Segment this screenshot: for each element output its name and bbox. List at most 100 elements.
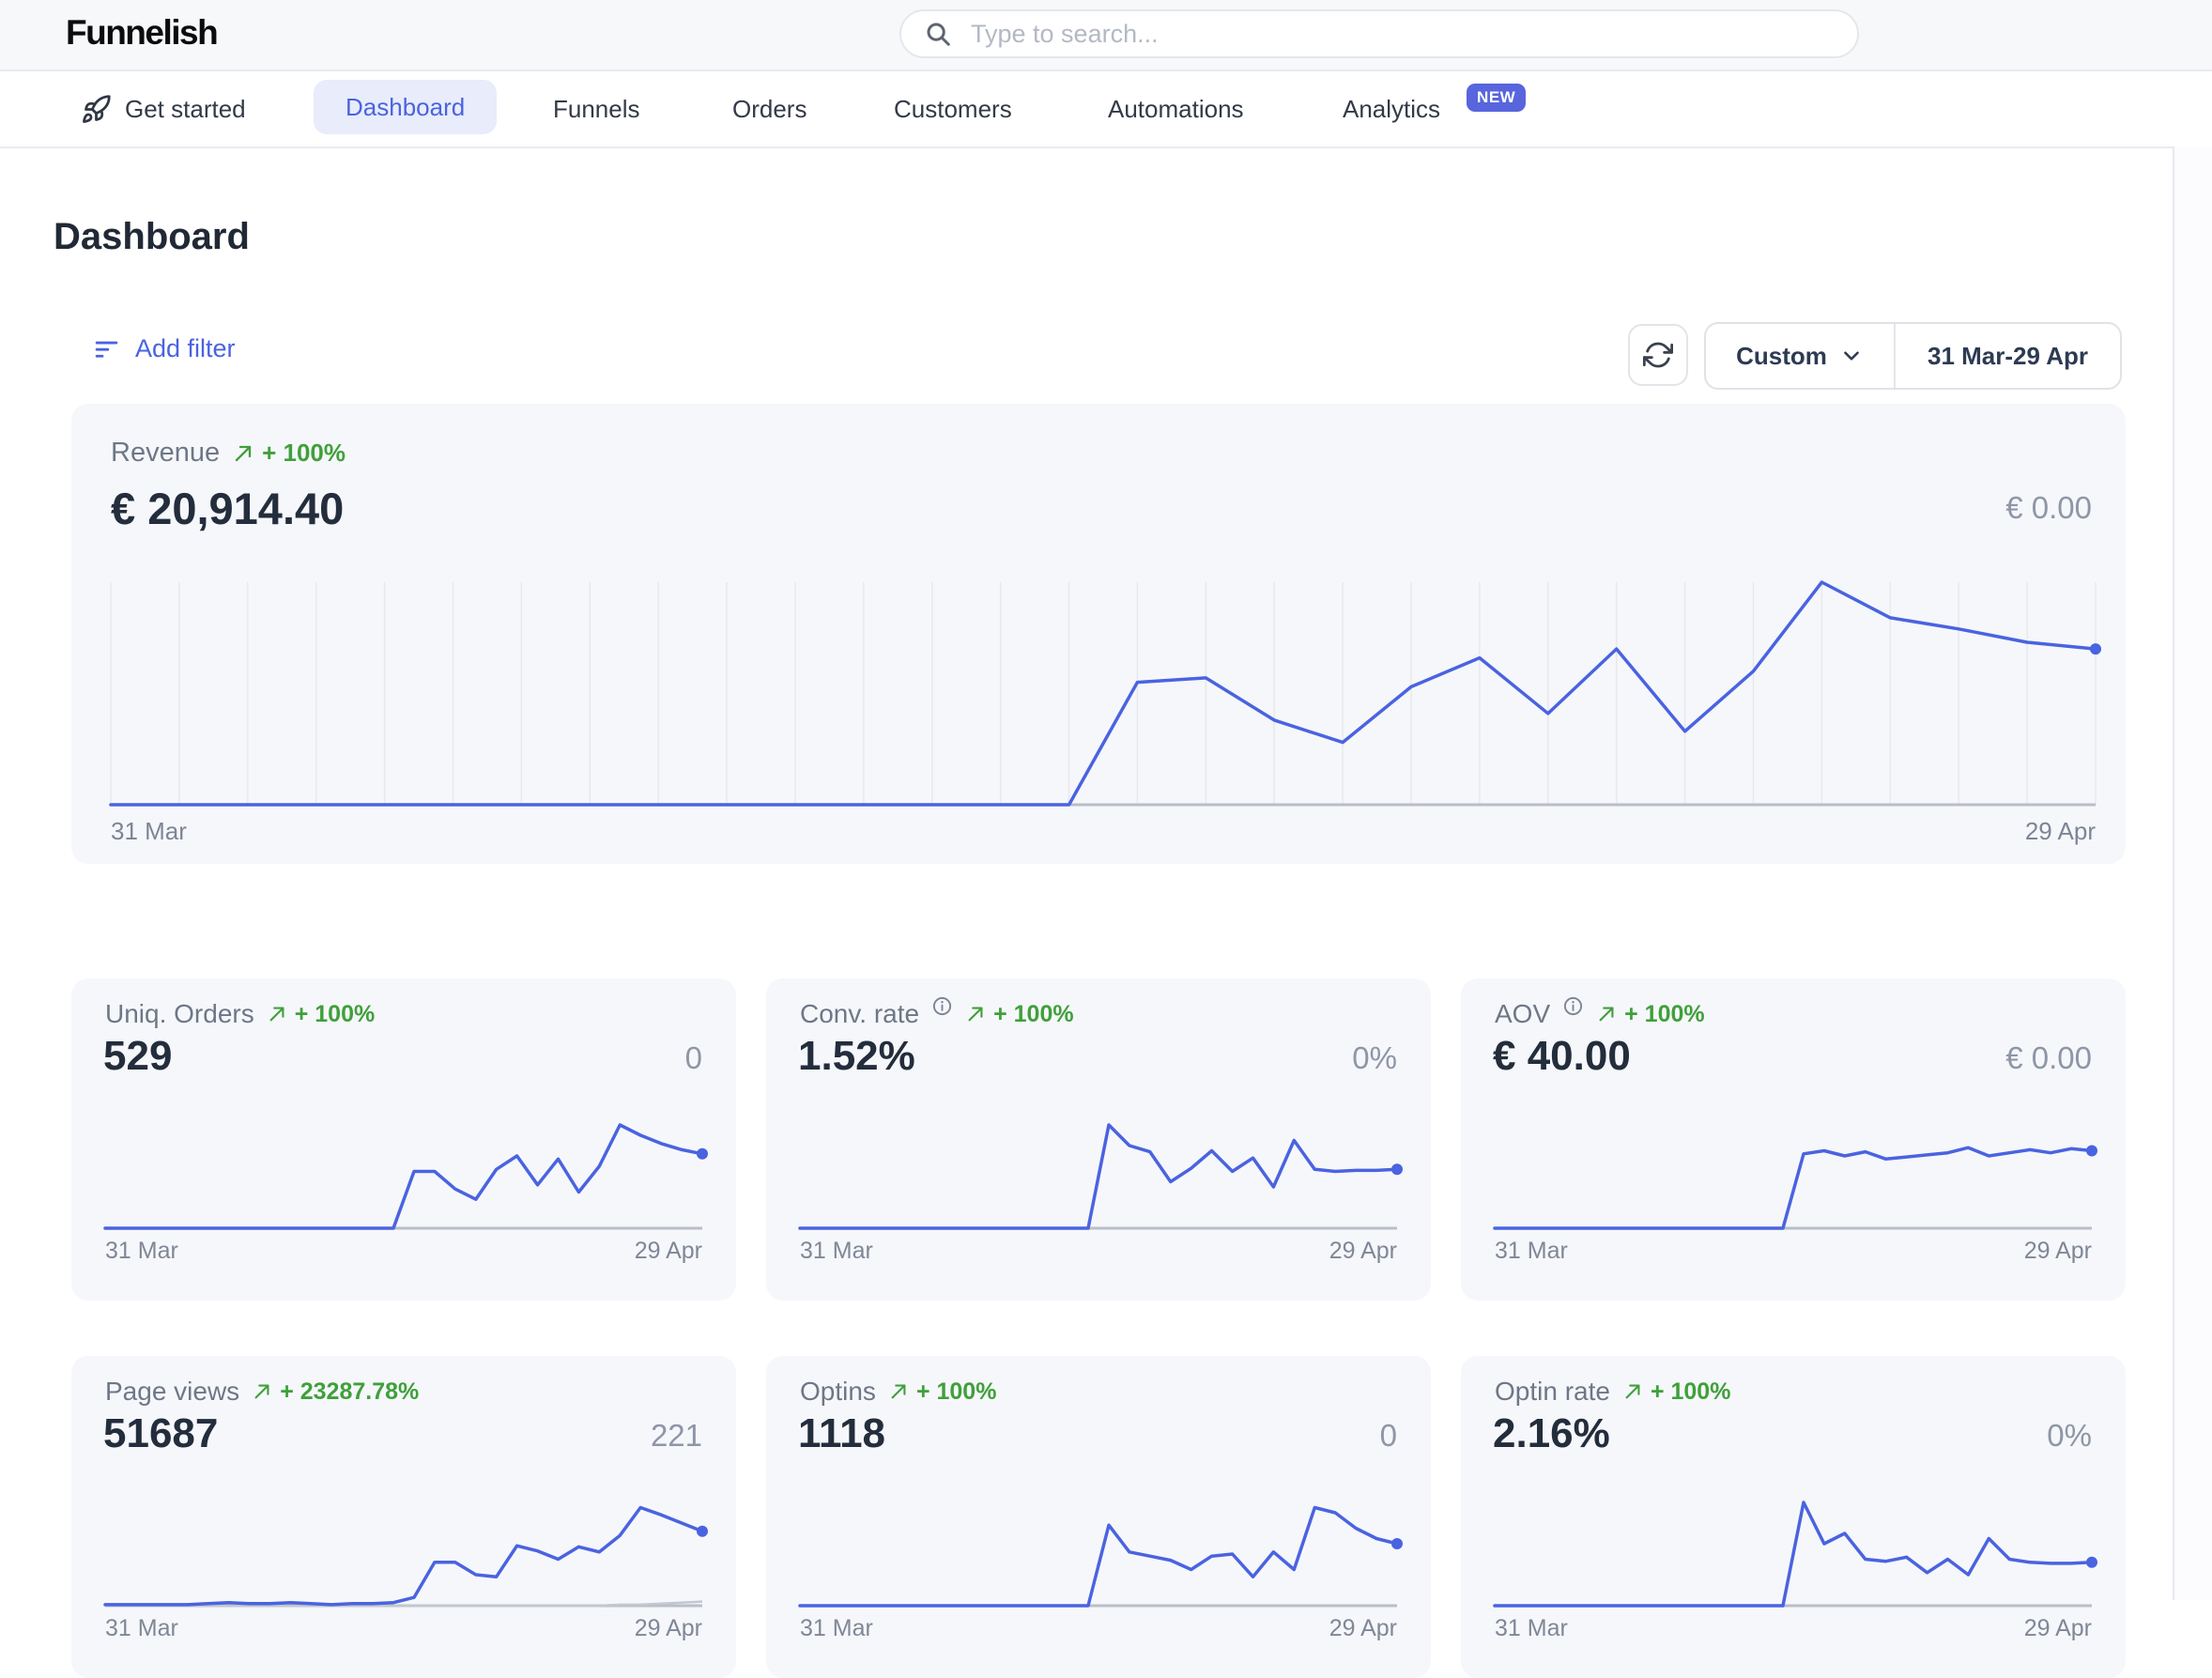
axis-label-start: 31 Mar bbox=[800, 1615, 873, 1642]
card-value: € 40.00 bbox=[1493, 1033, 1631, 1080]
trend-up-icon bbox=[1622, 1381, 1643, 1402]
change-value: + 100% bbox=[1651, 1378, 1731, 1406]
card-label: Revenue bbox=[111, 438, 220, 469]
optins-chart bbox=[800, 1492, 1397, 1612]
nav-label: Get started bbox=[125, 95, 246, 124]
axis-label-start: 31 Mar bbox=[800, 1238, 873, 1265]
nav-item-analytics[interactable]: Analytics NEW bbox=[1343, 71, 1526, 146]
trend-up-icon bbox=[267, 1004, 287, 1024]
funnelish-dashboard: { "brand": {"logo": "Funnelish"}, "searc… bbox=[0, 0, 2212, 1600]
axis-label-end: 29 Apr bbox=[1329, 1238, 1397, 1265]
nav-item-automations[interactable]: Automations bbox=[1108, 71, 1244, 146]
filter-icon bbox=[92, 334, 121, 363]
period-label: Custom bbox=[1736, 342, 1827, 371]
date-range-button[interactable]: 31 Mar-29 Apr bbox=[1896, 324, 2120, 388]
change-badge: + 23287.78% bbox=[252, 1378, 419, 1406]
nav-item-funnels[interactable]: Funnels bbox=[553, 71, 640, 146]
nav-item-customers[interactable]: Customers bbox=[894, 71, 1012, 146]
card-secondary-value: 0% bbox=[2047, 1418, 2092, 1454]
nav-label: Funnels bbox=[553, 95, 640, 124]
new-badge: NEW bbox=[1467, 84, 1526, 112]
card-label: Optin rate bbox=[1495, 1377, 1610, 1407]
nav-label: Automations bbox=[1108, 95, 1244, 124]
change-badge: + 100% bbox=[267, 1001, 376, 1028]
card-secondary-value: € 0.00 bbox=[2005, 490, 2092, 526]
rocket-icon bbox=[81, 94, 112, 125]
revenue-chart bbox=[111, 582, 2096, 811]
card-label: Optins bbox=[800, 1377, 876, 1407]
conv-rate-card: Conv. rate + 100% 1.52% 0% 31 Mar 29 Apr bbox=[766, 978, 1431, 1301]
nav-label: Customers bbox=[894, 95, 1012, 124]
date-range-control: Custom 31 Mar-29 Apr bbox=[1704, 322, 2122, 390]
optin-rate-card: Optin rate + 100% 2.16% 0% 31 Mar 29 Apr bbox=[1461, 1356, 2126, 1678]
axis-label-end: 29 Apr bbox=[2024, 1238, 2092, 1265]
chevron-down-icon bbox=[1839, 344, 1864, 368]
change-value: + 100% bbox=[1624, 1001, 1705, 1028]
trend-up-icon bbox=[232, 442, 254, 465]
card-label: AOV bbox=[1495, 999, 1550, 1029]
uniq-orders-card: Uniq. Orders + 100% 529 0 31 Mar 29 Apr bbox=[71, 978, 736, 1301]
axis-label-start: 31 Mar bbox=[1495, 1238, 1568, 1265]
optin-rate-chart bbox=[1495, 1492, 2092, 1612]
axis-label-end: 29 Apr bbox=[2025, 817, 2096, 846]
page-title: Dashboard bbox=[54, 216, 250, 258]
page-views-chart bbox=[105, 1492, 702, 1612]
nav-label: Dashboard bbox=[346, 93, 465, 122]
axis-label-start: 31 Mar bbox=[105, 1238, 178, 1265]
trend-up-icon bbox=[888, 1381, 909, 1402]
card-value: 51687 bbox=[103, 1410, 218, 1457]
card-secondary-value: 0 bbox=[1380, 1418, 1397, 1454]
change-value: + 23287.78% bbox=[280, 1378, 419, 1406]
card-secondary-value: € 0.00 bbox=[2005, 1040, 2092, 1076]
card-label: Conv. rate bbox=[800, 999, 919, 1029]
change-badge: + 100% bbox=[888, 1378, 997, 1406]
conv-rate-chart bbox=[800, 1115, 1397, 1235]
aov-card: AOV + 100% € 40.00 € 0.00 31 Mar 29 Apr bbox=[1461, 978, 2126, 1301]
add-filter-button[interactable]: Add filter bbox=[92, 334, 236, 363]
nav-label: Analytics bbox=[1343, 95, 1440, 124]
info-icon[interactable] bbox=[1562, 995, 1584, 1017]
nav-item-orders[interactable]: Orders bbox=[732, 71, 806, 146]
uniq-orders-chart bbox=[105, 1115, 702, 1235]
card-value: 529 bbox=[103, 1033, 172, 1080]
axis-label-start: 31 Mar bbox=[105, 1615, 178, 1642]
nav-label: Orders bbox=[732, 95, 806, 124]
change-value: + 100% bbox=[262, 439, 346, 468]
card-secondary-value: 0% bbox=[1352, 1040, 1397, 1076]
aov-chart bbox=[1495, 1115, 2092, 1235]
top-bar: Funnelish bbox=[0, 0, 2212, 71]
scrollbar-track[interactable] bbox=[2173, 146, 2212, 1600]
page-views-card: Page views + 23287.78% 51687 221 31 Mar … bbox=[71, 1356, 736, 1678]
search-box[interactable] bbox=[899, 9, 1859, 58]
card-label: Page views bbox=[105, 1377, 239, 1407]
period-dropdown[interactable]: Custom bbox=[1706, 324, 1896, 388]
trend-up-icon bbox=[1596, 1004, 1617, 1024]
refresh-button[interactable] bbox=[1628, 324, 1688, 386]
optins-card: Optins + 100% 1118 0 31 Mar 29 Apr bbox=[766, 1356, 1431, 1678]
card-value: 2.16% bbox=[1493, 1410, 1610, 1457]
search-icon bbox=[924, 20, 952, 48]
card-secondary-value: 0 bbox=[685, 1040, 702, 1076]
add-filter-label: Add filter bbox=[135, 334, 236, 363]
main-nav: Get started Dashboard Funnels Orders Cus… bbox=[0, 71, 2212, 148]
trend-up-icon bbox=[252, 1381, 272, 1402]
nav-item-get-started[interactable]: Get started bbox=[81, 71, 246, 146]
axis-label-end: 29 Apr bbox=[1329, 1615, 1397, 1642]
change-badge: + 100% bbox=[232, 439, 346, 468]
info-icon[interactable] bbox=[931, 995, 953, 1017]
card-value: € 20,914.40 bbox=[111, 483, 344, 534]
revenue-card: Revenue + 100% € 20,914.40 € 0.00 31 Mar… bbox=[71, 404, 2126, 864]
change-badge: + 100% bbox=[965, 1001, 1074, 1028]
card-value: 1.52% bbox=[798, 1033, 915, 1080]
card-value: 1118 bbox=[798, 1410, 885, 1457]
axis-label-start: 31 Mar bbox=[111, 817, 187, 846]
change-badge: + 100% bbox=[1622, 1378, 1731, 1406]
refresh-icon bbox=[1643, 340, 1673, 370]
funnelish-logo[interactable]: Funnelish bbox=[66, 13, 217, 53]
axis-label-end: 29 Apr bbox=[635, 1238, 702, 1265]
card-secondary-value: 221 bbox=[651, 1418, 702, 1454]
change-value: + 100% bbox=[295, 1001, 376, 1028]
search-input[interactable] bbox=[969, 19, 1835, 50]
nav-item-dashboard[interactable]: Dashboard bbox=[314, 80, 497, 134]
axis-label-start: 31 Mar bbox=[1495, 1615, 1568, 1642]
